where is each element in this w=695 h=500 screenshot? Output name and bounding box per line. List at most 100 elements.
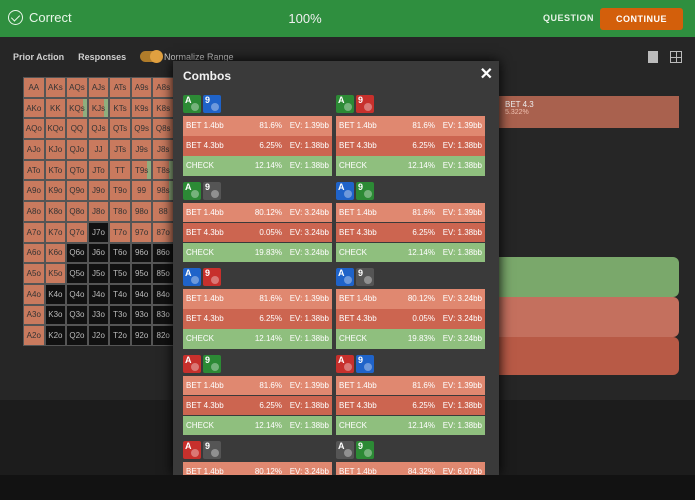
hand-cell[interactable]: 96o [130,242,153,264]
hand-cell[interactable]: KTs [109,97,131,119]
hand-cell[interactable]: Q9o [66,180,88,202]
hand-cell[interactable]: J8s [152,139,174,160]
normalize-range-toggle[interactable] [140,50,163,63]
hand-cell[interactable]: Q3o [66,304,88,326]
tab-prior-action[interactable]: Prior Action [13,52,64,62]
hand-cell[interactable]: KJo [44,139,67,160]
hand-cell[interactable]: AA [23,77,45,98]
hand-cell[interactable]: ATs [109,77,131,98]
hand-cell[interactable]: J7o [87,221,110,243]
hand-cell[interactable]: 94o [130,283,153,305]
continue-button[interactable]: CONTINUE [600,8,683,30]
hand-cell[interactable]: 92o [130,325,153,346]
hand-cell[interactable]: ATo [23,159,45,181]
hand-cell[interactable]: KTo [44,159,67,181]
hand-cell[interactable]: Q7o [66,221,88,243]
hand-cell[interactable]: J5o [87,263,110,284]
document-icon[interactable] [648,51,658,63]
hand-cell[interactable]: J8o [87,201,110,222]
hand-cell[interactable]: A8s [152,77,174,98]
hand-cell[interactable]: 98o [130,201,153,222]
hand-cell[interactable]: 97o [130,221,153,243]
grid-view-icon[interactable] [670,51,682,63]
hand-cell[interactable]: KJs [87,97,110,119]
hand-cell[interactable]: Q2o [66,325,88,346]
hand-cell[interactable]: QQ [66,118,88,140]
hand-cell[interactable]: JJ [87,139,110,160]
bet-small-action-bar[interactable] [499,297,679,337]
hand-cell[interactable]: 98s [152,180,174,202]
hand-cell[interactable]: K5o [44,263,67,284]
hand-cell[interactable]: AKs [44,77,67,98]
hand-cell[interactable]: 95o [130,263,153,284]
hand-cell[interactable]: K2o [44,325,67,346]
hand-cell[interactable]: T4o [109,283,131,305]
hand-cell[interactable]: A6o [23,242,45,264]
hand-cell[interactable]: Q6o [66,242,88,264]
question-button[interactable]: QUESTION [543,13,594,23]
hand-cell[interactable]: AJo [23,139,45,160]
hand-cell[interactable]: A2o [23,325,45,346]
hand-cell[interactable]: 88 [152,201,174,222]
hand-cell[interactable]: A3o [23,304,45,326]
hand-cell[interactable]: K8o [44,201,67,222]
hand-cell[interactable]: J9s [130,139,153,160]
hand-cell[interactable]: TT [109,159,131,181]
hand-cell[interactable]: QTs [109,118,131,140]
hand-cell[interactable]: J4o [87,283,110,305]
bet-large-action-bar[interactable] [499,337,679,375]
hand-cell[interactable]: Q4o [66,283,88,305]
hand-cell[interactable]: K9s [130,97,153,119]
hand-cell[interactable]: KQs [66,97,88,119]
hand-cell[interactable]: T3o [109,304,131,326]
hand-cell[interactable]: AQo [23,118,45,140]
hand-cell[interactable]: A9o [23,180,45,202]
hand-cell[interactable]: K3o [44,304,67,326]
hand-cell[interactable]: T8s [152,159,174,181]
check-action-bar[interactable] [499,257,679,297]
hand-cell[interactable]: K6o [44,242,67,264]
hand-cell[interactable]: K9o [44,180,67,202]
hand-cell[interactable]: Q5o [66,263,88,284]
hand-cell[interactable]: A9s [130,77,153,98]
hand-cell[interactable]: A8o [23,201,45,222]
hand-cell[interactable]: Q9s [130,118,153,140]
hand-cell[interactable]: 86o [152,242,174,264]
hand-cell[interactable]: 85o [152,263,174,284]
hand-cell[interactable]: 84o [152,283,174,305]
hand-cell[interactable]: 87o [152,221,174,243]
hand-cell[interactable]: 99 [130,180,153,202]
hand-cell[interactable]: T7o [109,221,131,243]
hand-cell[interactable]: J3o [87,304,110,326]
hand-cell[interactable]: KK [44,97,67,119]
hand-cell[interactable]: AJs [87,77,110,98]
hand-cell[interactable]: T9o [109,180,131,202]
hand-cell[interactable]: J2o [87,325,110,346]
hand-cell[interactable]: J6o [87,242,110,264]
hand-cell[interactable]: KQo [44,118,67,140]
hand-cell[interactable]: 82o [152,325,174,346]
hand-cell[interactable]: T9s [130,159,153,181]
hand-cell[interactable]: JTs [109,139,131,160]
hand-cell[interactable]: A7o [23,221,45,243]
hand-cell[interactable]: T5o [109,263,131,284]
hand-cell[interactable]: J9o [87,180,110,202]
hand-cell[interactable]: T8o [109,201,131,222]
hand-cell[interactable]: Q8o [66,201,88,222]
hand-cell[interactable]: K7o [44,221,67,243]
hand-cell[interactable]: JTo [87,159,110,181]
hand-cell[interactable]: T2o [109,325,131,346]
hand-cell[interactable]: AKo [23,97,45,119]
bet-bar[interactable]: BET 4.3 5.322% [499,96,679,128]
hand-cell[interactable]: 93o [130,304,153,326]
hand-cell[interactable]: A4o [23,283,45,305]
hand-cell[interactable]: QJo [66,139,88,160]
hand-cell[interactable]: QTo [66,159,88,181]
hand-cell[interactable]: K8s [152,97,174,119]
hand-cell[interactable]: T6o [109,242,131,264]
hand-cell[interactable]: A5o [23,263,45,284]
hand-cell[interactable]: Q8s [152,118,174,140]
hand-cell[interactable]: 83o [152,304,174,326]
tab-responses[interactable]: Responses [78,52,126,62]
hand-cell[interactable]: K4o [44,283,67,305]
